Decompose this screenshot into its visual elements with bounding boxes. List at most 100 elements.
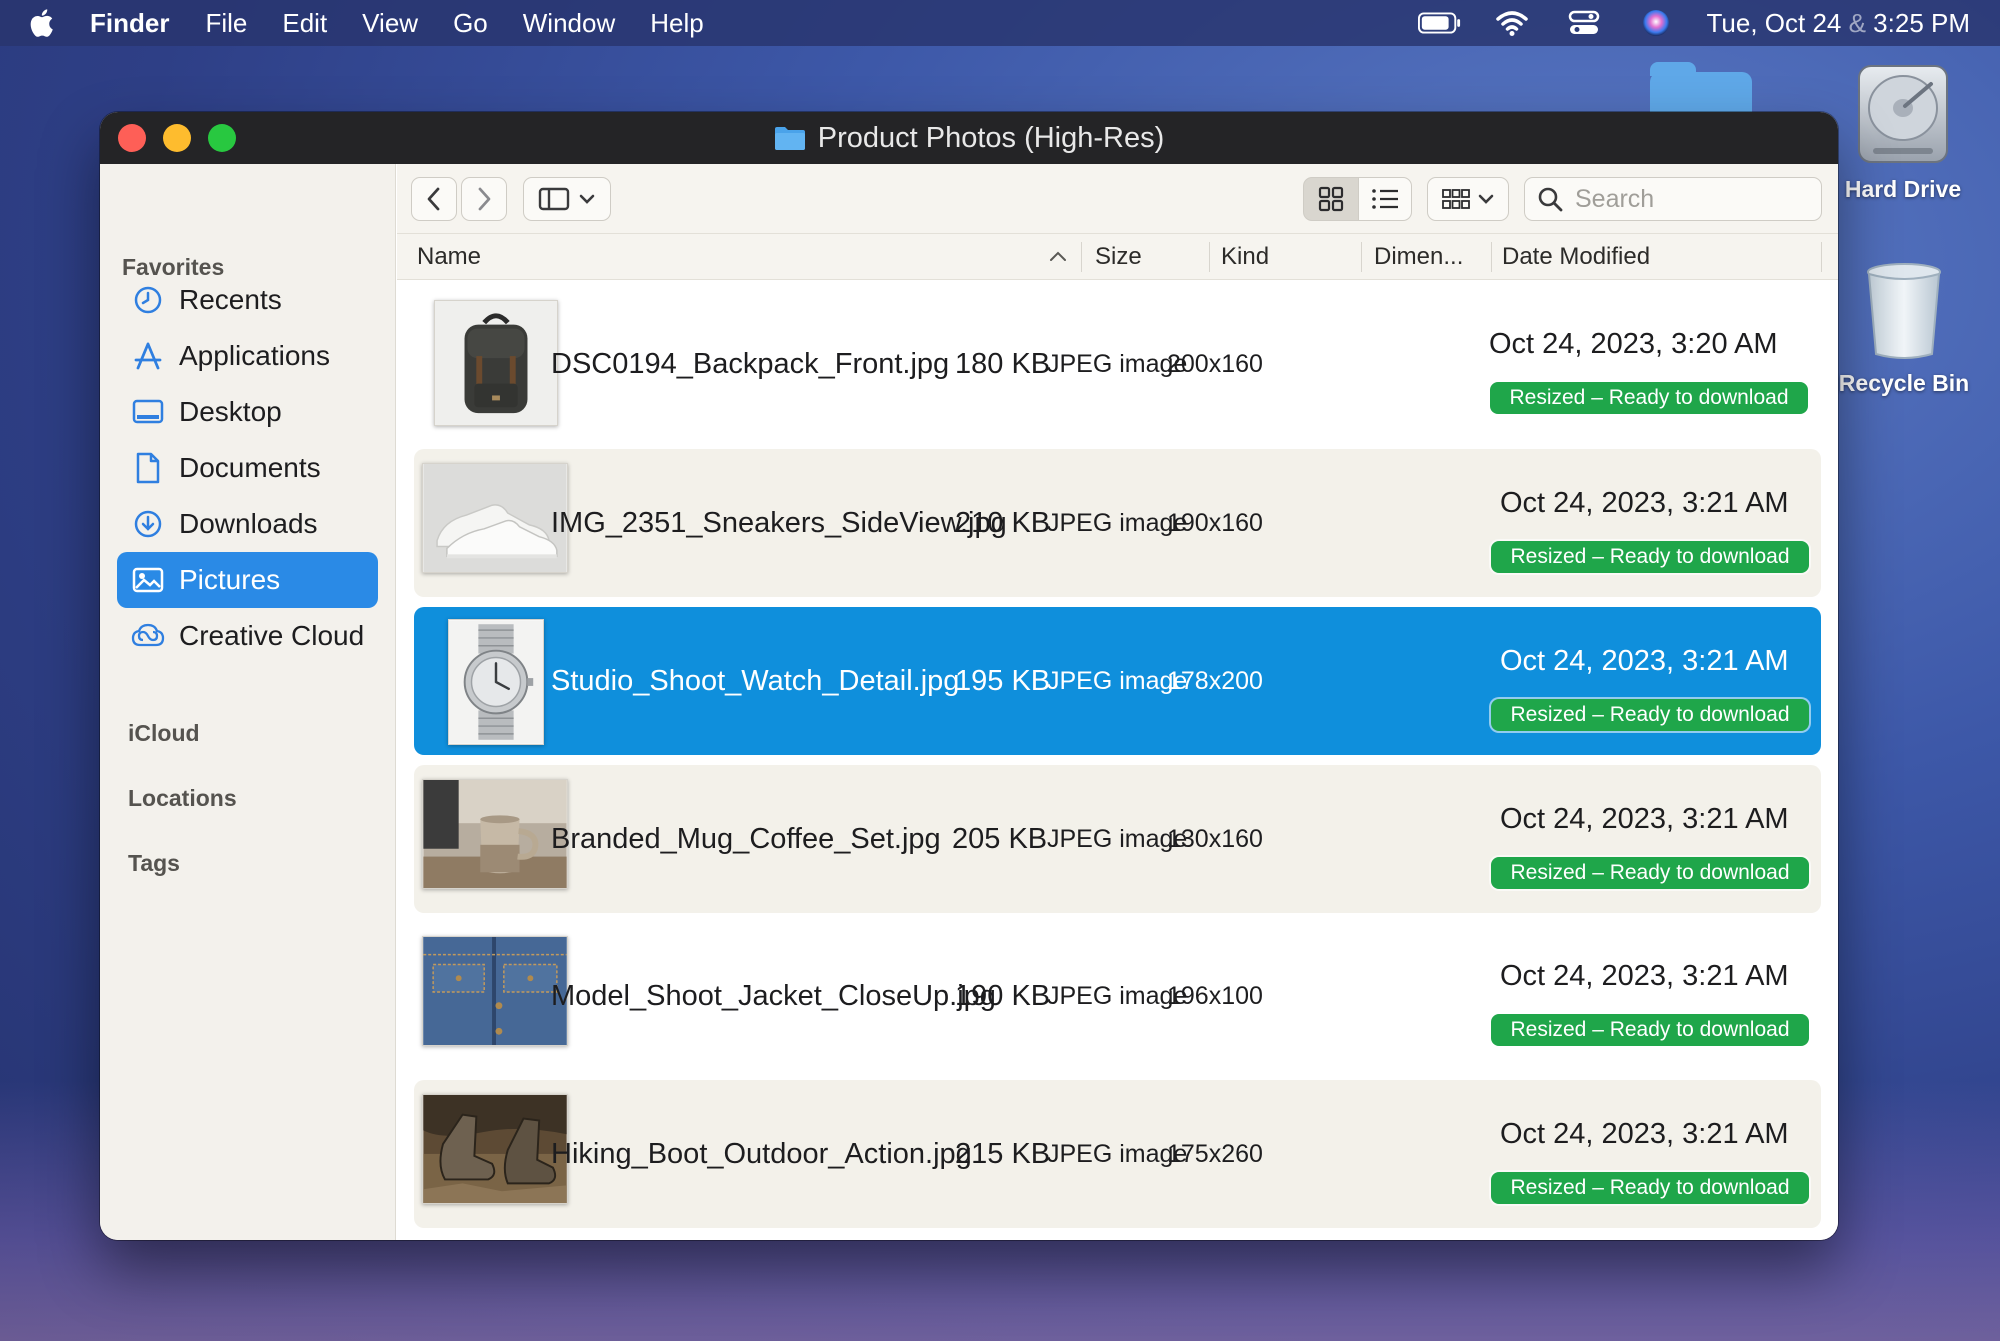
file-size: 215 KB <box>955 1137 1051 1170</box>
file-row[interactable]: Hiking_Boot_Outdoor_Action.jpg 215 KB JP… <box>414 1080 1821 1228</box>
creative-cloud-icon <box>131 619 165 653</box>
hard-drive-icon <box>1858 65 1948 163</box>
menu-bar: Finder File Edit View Go Window Help Tue… <box>0 0 2000 46</box>
status-badge: Resized – Ready to download <box>1491 1172 1809 1204</box>
file-row[interactable]: Model_Shoot_Jacket_CloseUp.jpg 190 KB JP… <box>414 922 1821 1070</box>
column-divider[interactable] <box>1821 242 1822 272</box>
search-field[interactable] <box>1524 177 1822 221</box>
sidebar-section-locations[interactable]: Locations <box>128 785 237 812</box>
file-row[interactable]: IMG_2351_Sneakers_SideView.jpg 210 KB JP… <box>414 449 1821 597</box>
sidebar-item-recents[interactable]: Recents <box>117 272 378 328</box>
clock-time: 3:25 PM <box>1873 7 1970 38</box>
search-icon <box>1538 187 1563 212</box>
forward-button[interactable] <box>461 177 507 221</box>
column-name-header[interactable]: Name <box>417 234 481 280</box>
jacket-image <box>423 937 567 1045</box>
sidebar-item-applications[interactable]: Applications <box>117 328 378 384</box>
file-row[interactable]: Branded_Mug_Coffee_Set.jpg 205 KB JPEG i… <box>414 765 1821 913</box>
sidebar-section-tags[interactable]: Tags <box>128 850 180 877</box>
icon-view-button[interactable] <box>1303 177 1359 221</box>
list-view-button[interactable] <box>1358 177 1412 221</box>
file-thumbnail <box>434 300 558 426</box>
file-name: DSC0194_Backpack_Front.jpg <box>551 347 950 380</box>
battery-icon[interactable] <box>1418 8 1462 38</box>
file-thumbnail <box>448 619 544 745</box>
control-center-icon[interactable] <box>1562 8 1606 38</box>
column-size-header[interactable]: Size <box>1095 234 1142 280</box>
sidebar-item-downloads[interactable]: Downloads <box>117 496 378 552</box>
watch-image <box>449 620 543 744</box>
apple-logo-icon[interactable] <box>26 6 60 40</box>
sidebar-toggle-button[interactable] <box>523 177 611 221</box>
sidebar-item-label: Documents <box>179 452 321 483</box>
column-date-header[interactable]: Date Modified <box>1502 234 1650 280</box>
column-dimensions-header[interactable]: Dimen... <box>1374 234 1463 280</box>
column-kind-header[interactable]: Kind <box>1221 234 1269 280</box>
menu-edit[interactable]: Edit <box>282 8 327 39</box>
desktop-icon <box>131 395 165 429</box>
menu-app-name[interactable]: Finder <box>90 8 169 39</box>
column-divider[interactable] <box>1209 242 1210 272</box>
column-header: Name Size Kind Dimen... Date Modified <box>397 234 1838 280</box>
menu-file[interactable]: File <box>205 8 247 39</box>
wifi-icon[interactable] <box>1490 8 1534 38</box>
clock-day: Tue, Oct 24 <box>1706 7 1842 38</box>
menu-clock[interactable]: Tue, Oct 24 & 3:25 PM <box>1706 8 1970 39</box>
window-controls <box>118 124 236 152</box>
sidebar-item-label: Recents <box>179 284 282 315</box>
title-bar[interactable]: Product Photos (High-Res) <box>100 112 1838 164</box>
group-icon <box>1442 189 1470 209</box>
clock-icon <box>131 283 165 317</box>
zoom-button[interactable] <box>208 124 236 152</box>
main-content: Name Size Kind Dimen... Date Modified <box>397 164 1838 1240</box>
sidebar-item-label: Desktop <box>179 396 282 427</box>
trash-icon <box>1867 263 1941 359</box>
applications-icon <box>131 339 165 373</box>
close-button[interactable] <box>118 124 146 152</box>
sidebar-section-icloud[interactable]: iCloud <box>128 720 200 747</box>
sidebar-item-creative-cloud[interactable]: Creative Cloud <box>117 608 378 664</box>
desktop-folder-icon[interactable] <box>1650 62 1752 112</box>
status-badge: Resized – Ready to download <box>1491 541 1809 573</box>
window-title: Product Photos (High-Res) <box>817 121 1165 154</box>
back-button[interactable] <box>411 177 457 221</box>
file-date-modified: Oct 24, 2023, 3:21 AM <box>1500 645 1789 677</box>
file-size: 190 KB <box>955 979 1051 1012</box>
status-badge: Resized – Ready to download <box>1491 857 1809 889</box>
file-size: 210 KB <box>955 506 1051 539</box>
file-row[interactable]: DSC0194_Backpack_Front.jpg 180 KB JPEG i… <box>414 290 1821 438</box>
column-divider[interactable] <box>1361 242 1362 272</box>
sidebar-item-pictures[interactable]: Pictures <box>117 552 378 608</box>
search-input[interactable] <box>1575 184 1795 214</box>
sidebar-item-label: Creative Cloud <box>179 620 365 651</box>
file-dimensions: 190x160 <box>1167 508 1263 537</box>
group-by-button[interactable] <box>1427 177 1509 221</box>
desktop-recycle-bin[interactable]: Recycle Bin <box>1836 262 1972 397</box>
grid-icon <box>1318 186 1344 212</box>
finder-window: Product Photos (High-Res) Favorites Rece… <box>100 112 1838 1240</box>
minimize-button[interactable] <box>163 124 191 152</box>
desktop-hard-drive[interactable]: Hard Drive <box>1838 62 1968 203</box>
column-divider[interactable] <box>1081 242 1082 272</box>
chevron-left-icon <box>427 187 440 211</box>
file-dimensions: 130x160 <box>1167 824 1263 853</box>
sort-ascending-icon[interactable] <box>1048 249 1068 263</box>
sidebar-item-label: Downloads <box>179 508 318 539</box>
file-name: Studio_Shoot_Watch_Detail.jpg <box>551 664 960 697</box>
sidebar-item-label: Pictures <box>179 564 281 595</box>
menu-help[interactable]: Help <box>650 8 703 39</box>
file-row-selected[interactable]: Studio_Shoot_Watch_Detail.jpg 195 KB JPE… <box>414 607 1821 755</box>
column-divider[interactable] <box>1491 242 1492 272</box>
file-name: Hiking_Boot_Outdoor_Action.jpg <box>551 1137 972 1170</box>
menu-go[interactable]: Go <box>453 8 488 39</box>
menu-view[interactable]: View <box>362 8 418 39</box>
sidebar-item-desktop[interactable]: Desktop <box>117 384 378 440</box>
menu-window[interactable]: Window <box>523 8 615 39</box>
chevron-right-icon <box>478 187 491 211</box>
sidebar-item-documents[interactable]: Documents <box>117 440 378 496</box>
file-thumbnail <box>422 1094 568 1204</box>
file-dimensions: 175x260 <box>1167 1139 1263 1168</box>
siri-icon[interactable] <box>1634 8 1678 38</box>
folder-icon <box>774 127 805 150</box>
sidebar: Favorites Recents Applications Desktop D… <box>100 164 396 1240</box>
